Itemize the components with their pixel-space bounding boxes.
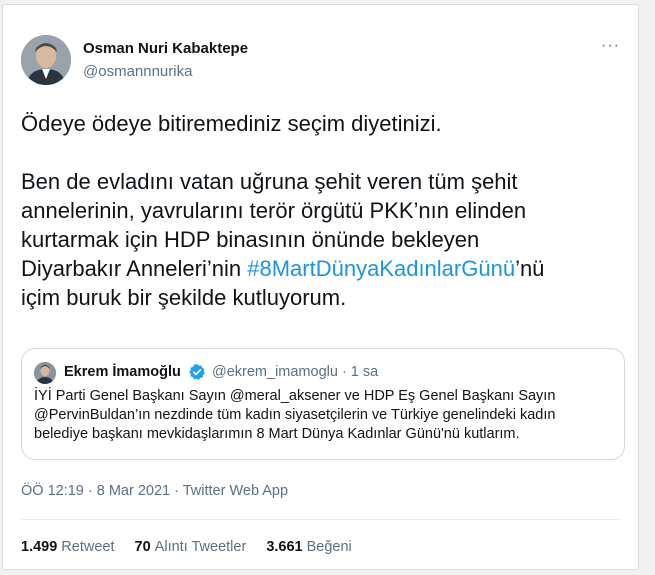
author-name[interactable]: Osman Nuri Kabaktepe (83, 40, 248, 57)
quote-stat[interactable]: 70 Alıntı Tweetler (135, 539, 247, 555)
quoted-text-line: İYİ Parti Genel Başkanı Sayın @meral_aks… (34, 388, 556, 404)
author-handle[interactable]: @osmannnurika (83, 63, 192, 80)
quoted-text-line: @PervinBuldan’ın nezdinde tüm kadın siya… (34, 407, 556, 423)
tweet-body: Ödeye ödeye bitiremediniz seçim diyetini… (21, 109, 621, 312)
tweet-line: Ben de evladını vatan uğruna şehit veren… (21, 169, 518, 194)
author-avatar[interactable] (21, 35, 71, 85)
tweet-text-segment: ’nü (515, 256, 545, 281)
like-stat[interactable]: 3.661 Beğeni (266, 539, 351, 555)
tweet-stats: 1.499 Retweet 70 Alıntı Tweetler 3.661 Beğe… (21, 539, 368, 555)
tweet-header: Osman Nuri Kabaktepe @osmannnurika ··· (21, 33, 620, 93)
more-icon[interactable]: ··· (601, 37, 620, 55)
tweet-line: içim buruk bir şekilde kutluyorum. (21, 285, 347, 310)
divider (21, 519, 620, 520)
quoted-tweet-text: İYİ Parti Genel Başkanı Sayın @meral_aks… (34, 387, 619, 444)
like-label: Beğeni (306, 539, 352, 555)
tweet-timestamp[interactable]: ÖÖ 12:19 · 8 Mar 2021 · Twitter Web App (21, 483, 288, 499)
quoted-tweet[interactable]: Ekrem İmamoğlu @ekrem_imamoglu · 1 sa İY… (21, 348, 625, 460)
tweet-line: annelerinin, yavrularını terör örgütü PK… (21, 198, 527, 223)
like-count: 3.661 (266, 539, 303, 555)
quote-count: 70 (134, 539, 151, 555)
quoted-author-name: Ekrem İmamoğlu (64, 364, 181, 380)
quoted-author-handle: @ekrem_imamoglu · 1 sa (212, 364, 379, 380)
hashtag-link[interactable]: #8MartDünyaKadınlarGünü (247, 256, 515, 281)
retweet-stat[interactable]: 1.499 Retweet (21, 539, 115, 555)
tweet-line: Diyarbakır Anneleri’nin #8MartDünyaKadın… (21, 254, 621, 283)
tweet-text-segment: Diyarbakır Anneleri’nin (21, 256, 248, 281)
quote-label: Alıntı Tweetler (154, 539, 247, 555)
verified-badge-icon (188, 363, 206, 381)
quoted-author-avatar (34, 362, 56, 384)
retweet-count: 1.499 (21, 539, 58, 555)
retweet-label: Retweet (61, 539, 115, 555)
tweet-line: Ödeye ödeye bitiremediniz seçim diyetini… (21, 111, 442, 136)
tweet-line: kurtarmak için HDP binasının önünde bekl… (21, 227, 480, 252)
quoted-text-line: belediye başkanı mevkidaşlarımın 8 Mart … (34, 426, 520, 442)
tweet-card: Osman Nuri Kabaktepe @osmannnurika ··· Ö… (2, 4, 639, 570)
